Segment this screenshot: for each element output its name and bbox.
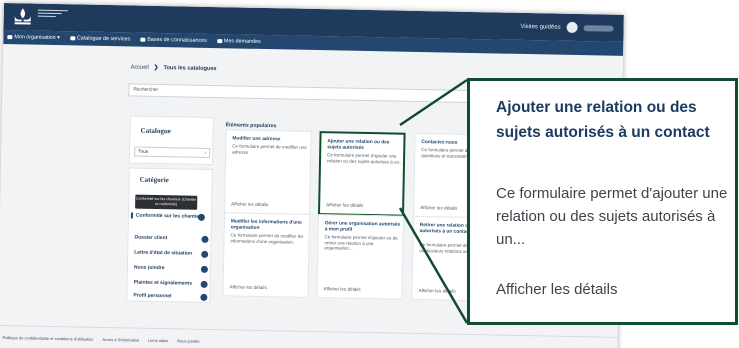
screenshot-stage: Visites guidées Mon organisation ▾ Catal… — [0, 0, 739, 348]
callout-details-link[interactable]: Afficher les détails — [496, 281, 617, 298]
callout-description: Ce formulaire permet d'ajouter une relat… — [496, 185, 728, 248]
callout-title: Ajouter une relation ou des sujets autor… — [496, 99, 710, 141]
zoomed-card-callout[interactable]: Ajouter une relation ou des sujets autor… — [467, 78, 738, 325]
